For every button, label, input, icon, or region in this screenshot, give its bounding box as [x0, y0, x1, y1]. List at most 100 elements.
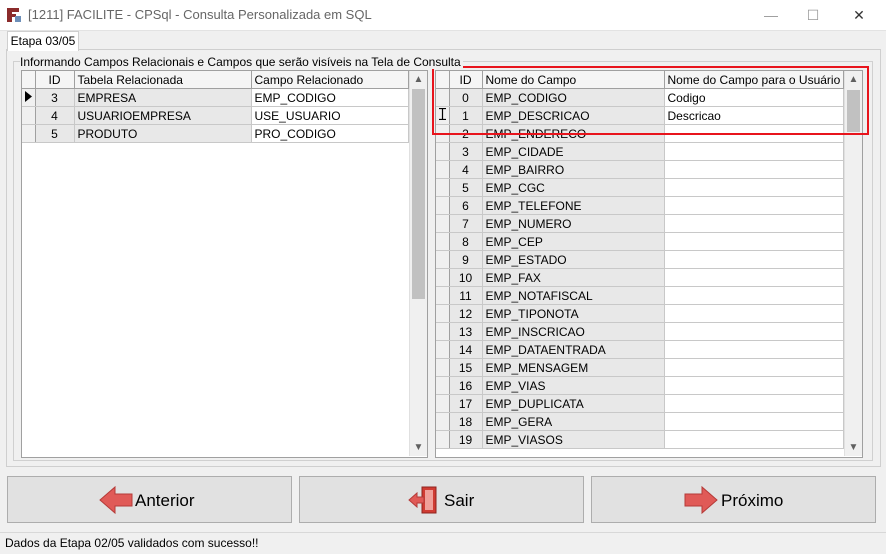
row-nome-campo[interactable]: EMP_VIAS: [482, 376, 665, 395]
row-id[interactable]: 4: [35, 106, 75, 125]
fields-row[interactable]: 19 EMP_VIASOS: [436, 430, 845, 449]
row-id[interactable]: 13: [449, 322, 483, 341]
row-nome-usuario-input[interactable]: [664, 178, 845, 197]
fields-row[interactable]: 4 EMP_BAIRRO: [436, 160, 845, 179]
row-nome-campo[interactable]: EMP_NUMERO: [482, 214, 665, 233]
fields-row[interactable]: 7 EMP_NUMERO: [436, 214, 845, 233]
fields-row[interactable]: 14 EMP_DATAENTRADA: [436, 340, 845, 359]
row-id[interactable]: 7: [449, 214, 483, 233]
column-header-campo[interactable]: Campo Relacionado: [251, 71, 409, 89]
scroll-thumb[interactable]: [412, 89, 425, 299]
row-nome-campo[interactable]: EMP_NOTAFISCAL: [482, 286, 665, 305]
maximize-button[interactable]: ☐: [790, 0, 836, 30]
fields-row[interactable]: 1 EMP_DESCRICAO Descricao: [436, 106, 845, 125]
scroll-up-arrow-icon[interactable]: ▲: [410, 71, 427, 88]
column-header-id[interactable]: ID: [35, 71, 75, 89]
row-nome-campo[interactable]: EMP_INSCRICAO: [482, 322, 665, 341]
relations-row[interactable]: 3 EMPRESA EMP_CODIGO: [22, 88, 409, 107]
row-id[interactable]: 19: [449, 430, 483, 449]
row-nome-campo[interactable]: EMP_VIASOS: [482, 430, 665, 449]
row-nome-usuario-input[interactable]: [664, 304, 845, 323]
row-nome-campo[interactable]: EMP_TIPONOTA: [482, 304, 665, 323]
row-id[interactable]: 0: [449, 88, 483, 107]
row-nome-campo[interactable]: EMP_ENDERECO: [482, 124, 665, 143]
row-nome-campo[interactable]: EMP_DUPLICATA: [482, 394, 665, 413]
row-id[interactable]: 5: [35, 124, 75, 143]
column-header-id[interactable]: ID: [449, 71, 483, 89]
row-nome-usuario-input[interactable]: [664, 430, 845, 449]
row-nome-campo[interactable]: EMP_TELEFONE: [482, 196, 665, 215]
row-id[interactable]: 14: [449, 340, 483, 359]
fields-row[interactable]: 11 EMP_NOTAFISCAL: [436, 286, 845, 305]
relations-scrollbar[interactable]: ▲ ▼: [409, 71, 427, 456]
row-nome-campo[interactable]: EMP_FAX: [482, 268, 665, 287]
row-nome-campo[interactable]: EMP_CGC: [482, 178, 665, 197]
minimize-button[interactable]: —: [748, 0, 794, 30]
row-id[interactable]: 6: [449, 196, 483, 215]
row-id[interactable]: 5: [449, 178, 483, 197]
row-id[interactable]: 11: [449, 286, 483, 305]
row-nome-campo[interactable]: EMP_GERA: [482, 412, 665, 431]
row-tabela[interactable]: USUARIOEMPRESA: [74, 106, 252, 125]
fields-row[interactable]: 8 EMP_CEP: [436, 232, 845, 251]
row-nome-usuario-input[interactable]: [664, 286, 845, 305]
row-nome-campo[interactable]: EMP_MENSAGEM: [482, 358, 665, 377]
fields-row[interactable]: 10 EMP_FAX: [436, 268, 845, 287]
row-nome-usuario-input[interactable]: [664, 322, 845, 341]
row-nome-usuario-input[interactable]: [664, 376, 845, 395]
row-id[interactable]: 4: [449, 160, 483, 179]
sair-button[interactable]: Sair: [299, 476, 584, 523]
row-id[interactable]: 18: [449, 412, 483, 431]
fields-scrollbar[interactable]: ▲ ▼: [844, 71, 862, 456]
fields-row[interactable]: 15 EMP_MENSAGEM: [436, 358, 845, 377]
fields-grid[interactable]: ID Nome do Campo Nome do Campo para o Us…: [435, 70, 863, 458]
row-campo[interactable]: PRO_CODIGO: [251, 124, 409, 143]
row-nome-campo[interactable]: EMP_DATAENTRADA: [482, 340, 665, 359]
row-tabela[interactable]: PRODUTO: [74, 124, 252, 143]
scroll-down-arrow-icon[interactable]: ▼: [410, 439, 427, 456]
column-header-nome-usuario[interactable]: Nome do Campo para o Usuário: [664, 71, 845, 89]
row-campo[interactable]: USE_USUARIO: [251, 106, 409, 125]
row-nome-campo[interactable]: EMP_BAIRRO: [482, 160, 665, 179]
scroll-down-arrow-icon[interactable]: ▼: [845, 439, 862, 456]
fields-row[interactable]: 5 EMP_CGC: [436, 178, 845, 197]
fields-row[interactable]: 13 EMP_INSCRICAO: [436, 322, 845, 341]
row-nome-campo[interactable]: EMP_CEP: [482, 232, 665, 251]
row-nome-campo[interactable]: EMP_CODIGO: [482, 88, 665, 107]
row-nome-campo[interactable]: EMP_DESCRICAO: [482, 106, 665, 125]
row-id[interactable]: 8: [449, 232, 483, 251]
relations-row[interactable]: 5 PRODUTO PRO_CODIGO: [22, 124, 409, 143]
row-id[interactable]: 2: [449, 124, 483, 143]
column-header-nome-campo[interactable]: Nome do Campo: [482, 71, 665, 89]
scroll-up-arrow-icon[interactable]: ▲: [845, 71, 862, 88]
row-campo[interactable]: EMP_CODIGO: [251, 88, 409, 107]
anterior-button[interactable]: Anterior: [7, 476, 292, 523]
row-nome-usuario-input[interactable]: [664, 250, 845, 269]
row-nome-usuario-input[interactable]: [664, 394, 845, 413]
row-id[interactable]: 1: [449, 106, 483, 125]
fields-row[interactable]: 0 EMP_CODIGO Codigo: [436, 88, 845, 107]
fields-row[interactable]: 6 EMP_TELEFONE: [436, 196, 845, 215]
tab-etapa[interactable]: Etapa 03/05: [7, 31, 79, 51]
row-id[interactable]: 12: [449, 304, 483, 323]
row-id[interactable]: 10: [449, 268, 483, 287]
row-id[interactable]: 17: [449, 394, 483, 413]
row-nome-campo[interactable]: EMP_CIDADE: [482, 142, 665, 161]
row-id[interactable]: 9: [449, 250, 483, 269]
row-nome-usuario-input[interactable]: [664, 232, 845, 251]
close-button[interactable]: ✕: [836, 0, 882, 30]
row-nome-usuario-input[interactable]: [664, 412, 845, 431]
row-nome-usuario-input[interactable]: [664, 268, 845, 287]
row-id[interactable]: 15: [449, 358, 483, 377]
fields-row[interactable]: 3 EMP_CIDADE: [436, 142, 845, 161]
row-nome-usuario-input[interactable]: Descricao: [664, 106, 845, 125]
row-nome-usuario-input[interactable]: [664, 142, 845, 161]
row-nome-usuario-input[interactable]: [664, 214, 845, 233]
row-nome-usuario-input[interactable]: [664, 196, 845, 215]
row-nome-usuario-input[interactable]: [664, 160, 845, 179]
scroll-thumb[interactable]: [847, 90, 860, 132]
row-id[interactable]: 3: [449, 142, 483, 161]
row-nome-usuario-input[interactable]: Codigo: [664, 88, 845, 107]
fields-row[interactable]: 17 EMP_DUPLICATA: [436, 394, 845, 413]
row-tabela[interactable]: EMPRESA: [74, 88, 252, 107]
